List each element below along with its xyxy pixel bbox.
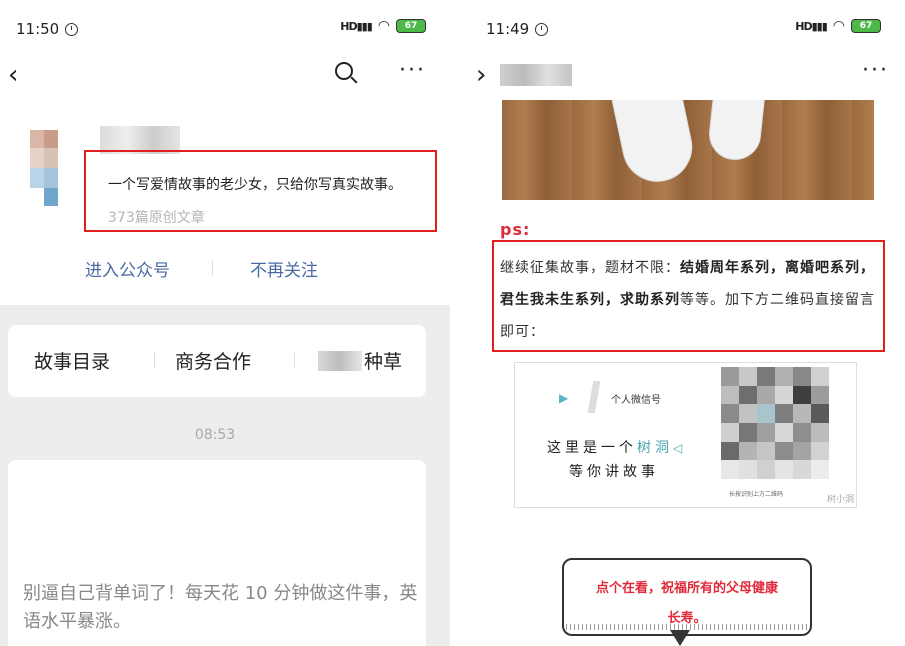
message-time: 08:53 — [194, 427, 236, 443]
more-icon[interactable]: ··· — [399, 58, 426, 83]
more-icon[interactable]: ··· — [862, 58, 889, 83]
account-description: 一个写爱情故事的老少女，只给你写真实故事。 — [108, 177, 402, 193]
menu-item-business[interactable]: 商务合作 — [175, 347, 251, 374]
battery-icon: 67 — [396, 19, 426, 33]
back-icon[interactable]: ‹ — [8, 60, 18, 90]
qr-line-1: 这里是一个树洞◁ — [547, 440, 687, 456]
back-icon[interactable]: › — [476, 60, 486, 90]
divider — [294, 352, 295, 368]
ps-label: ps: — [500, 220, 531, 239]
status-bar: 11:50 HD▮▮▮ ◠ 67 — [0, 0, 450, 52]
account-name-blurred — [500, 64, 572, 86]
profile-actions: 进入公众号 不再关注 — [0, 256, 450, 281]
blurred-text — [318, 350, 362, 371]
bubble-tail — [670, 630, 690, 646]
menu-item-recommend[interactable]: 种草 — [318, 347, 402, 374]
article-count: 373篇原创文章 — [108, 210, 205, 226]
right-screenshot: 11:49 HD▮▮▮ ◠ 67 › ··· ps: 继续征集故事，题材不限：结… — [470, 0, 905, 646]
wifi-icon: ◠ — [377, 18, 390, 34]
call-for-stories: 继续征集故事，题材不限：结婚周年系列，离婚吧系列，君生我未生系列，求助系列等等。… — [500, 260, 875, 340]
wifi-icon: ◠ — [832, 18, 845, 34]
enter-account-button[interactable]: 进入公众号 — [85, 256, 170, 281]
alarm-icon — [535, 22, 549, 36]
avatar[interactable] — [30, 130, 72, 206]
battery-icon: 67 — [851, 19, 881, 33]
signal-icon: HD▮▮▮ — [340, 19, 373, 33]
menu-item-story-catalog[interactable]: 故事目录 — [34, 347, 110, 374]
signal-icon: HD▮▮▮ — [795, 19, 828, 33]
shoe-right — [706, 100, 766, 163]
search-icon[interactable] — [335, 62, 353, 80]
divider — [212, 260, 213, 276]
article-card[interactable]: 别逼自己背单词了！每天花 10 分钟做这件事，英语水平暴涨。 — [8, 460, 426, 646]
qr-card: ▶ 个人微信号 这里是一个树洞◁ 等你讲故事 长按识别上方二维码 树小洞 — [514, 362, 857, 508]
qr-footer: 长按识别上方二维码 — [729, 491, 784, 498]
shoes-photo — [502, 100, 874, 200]
like-reminder-bubble: 点个在看，祝福所有的父母健康 长寿。 — [562, 558, 812, 636]
status-bar: 11:49 HD▮▮▮ ◠ 67 — [470, 0, 905, 52]
status-time: 11:50 — [16, 20, 60, 38]
status-time: 11:49 — [486, 20, 530, 38]
left-screenshot: 11:50 HD▮▮▮ ◠ 67 ‹ ··· 一个写爱情故事的老少女，只给你写真… — [0, 0, 450, 646]
article-title[interactable]: 别逼自己背单词了！每天花 10 分钟做这件事，英语水平暴涨。 — [23, 580, 418, 636]
qr-code-blurred[interactable] — [721, 367, 829, 479]
qr-brand: 树小洞 — [826, 495, 854, 505]
paper-plane-icon: ◁ — [673, 441, 687, 455]
qr-line-2: 等你讲故事 — [569, 464, 659, 480]
alarm-icon — [65, 22, 79, 36]
bubble-line-1: 点个在看，祝福所有的父母健康 — [595, 581, 778, 596]
top-nav: › ··· — [470, 52, 905, 96]
play-icon: ▶ — [559, 391, 569, 405]
account-menu: 故事目录 商务合作 种草 — [8, 325, 426, 397]
blurred-text — [579, 381, 609, 413]
top-nav: ‹ ··· — [0, 52, 450, 96]
divider — [154, 352, 155, 368]
qr-subtitle: 个人微信号 — [611, 395, 661, 406]
shoe-left — [611, 100, 699, 189]
unfollow-button[interactable]: 不再关注 — [250, 256, 318, 281]
